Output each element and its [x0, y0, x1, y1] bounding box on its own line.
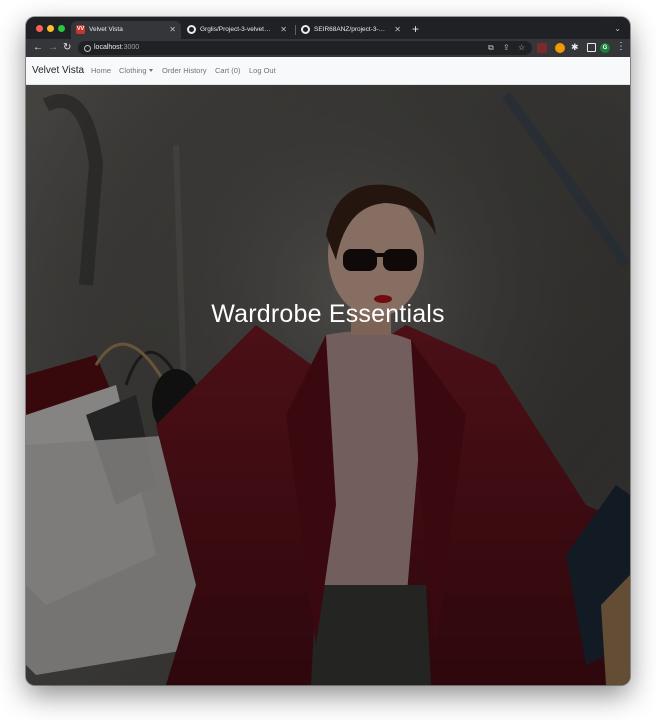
hero-banner: Wardrobe Essentials — [26, 85, 630, 685]
reload-icon[interactable]: ↻ — [63, 39, 71, 57]
close-tab-icon[interactable]: ✕ — [280, 21, 287, 39]
browser-window: VV Velvet Vista ✕ Grglis/Project-3-velve… — [26, 17, 630, 685]
tab-velvet-vista[interactable]: VV Velvet Vista ✕ — [71, 21, 181, 39]
address-url[interactable]: localhost:3000 — [94, 41, 139, 55]
nav-order-history-link[interactable]: Order History — [162, 57, 207, 85]
zoom-window-button[interactable] — [58, 25, 65, 32]
extension-cookie-icon[interactable] — [555, 43, 565, 53]
back-arrow-icon[interactable]: ← — [33, 39, 43, 57]
minimize-window-button[interactable] — [47, 25, 54, 32]
nav-home-link[interactable]: Home — [91, 57, 111, 85]
site-navbar: Velvet Vista Home Clothing Order History… — [26, 57, 630, 85]
browser-toolbar: ← → ↻ localhost:3000 ⧉ ⇪ ☆ ✱ G ⋮ — [26, 39, 630, 57]
github-icon — [187, 25, 196, 34]
nav-clothing-dropdown[interactable]: Clothing — [119, 57, 153, 85]
close-tab-icon[interactable]: ✕ — [169, 21, 176, 39]
brand-logo[interactable]: Velvet Vista — [32, 57, 84, 85]
hero-title: Wardrobe Essentials — [211, 300, 445, 328]
github-icon — [301, 25, 310, 34]
new-tab-button[interactable]: + — [412, 20, 419, 38]
side-panel-icon[interactable] — [587, 43, 596, 52]
extensions-puzzle-icon[interactable]: ✱ — [571, 42, 581, 52]
tab-strip: VV Velvet Vista ✕ Grglis/Project-3-velve… — [26, 17, 630, 39]
site-info-icon[interactable] — [84, 44, 91, 52]
tab-search-chevron-icon[interactable]: ⌄ — [614, 20, 621, 38]
browser-menu-icon[interactable]: ⋮ — [616, 42, 626, 52]
install-app-icon[interactable]: ⧉ — [488, 41, 494, 55]
nav-logout-link[interactable]: Log Out — [249, 57, 276, 85]
close-window-button[interactable] — [36, 25, 43, 32]
tab-title: SEIR68ANZ/project-3-brief — [314, 26, 386, 33]
tab-title: Grglis/Project-3-velvet-vista — [200, 26, 272, 33]
tab-github-project[interactable]: Grglis/Project-3-velvet-vista ✕ — [182, 21, 292, 39]
tab-project-brief[interactable]: SEIR68ANZ/project-3-brief ✕ — [296, 21, 406, 39]
share-icon[interactable]: ⇪ — [503, 41, 510, 55]
close-tab-icon[interactable]: ✕ — [394, 21, 401, 39]
tab-title: Velvet Vista — [89, 26, 123, 33]
profile-avatar[interactable]: G — [600, 43, 610, 53]
hero-dark-overlay — [26, 85, 630, 685]
bookmark-star-icon[interactable]: ☆ — [518, 41, 525, 55]
extension-icon[interactable] — [537, 43, 547, 53]
velvet-vista-favicon-icon: VV — [76, 25, 85, 34]
address-bar[interactable]: localhost:3000 ⧉ ⇪ ☆ — [78, 41, 532, 55]
nav-cart-link[interactable]: Cart (0) — [215, 57, 240, 85]
dropdown-caret-icon — [148, 69, 153, 72]
forward-arrow-icon[interactable]: → — [48, 39, 58, 57]
